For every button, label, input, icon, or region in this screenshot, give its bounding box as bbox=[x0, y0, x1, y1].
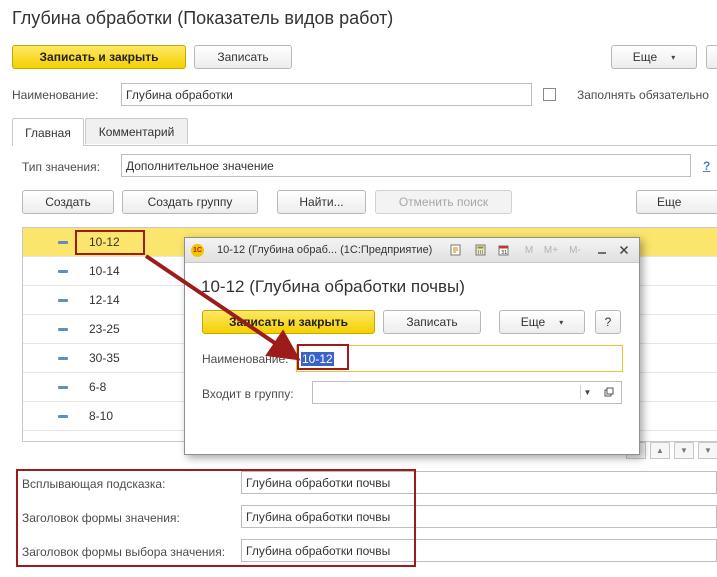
item-dash-icon bbox=[58, 415, 68, 418]
chevron-down-icon: ▾ bbox=[671, 52, 676, 62]
dialog-more-menu-button[interactable]: Еще ▾ bbox=[499, 310, 585, 334]
scroll-down-icon[interactable]: ▼ bbox=[674, 442, 694, 459]
name-label: Наименование: bbox=[12, 88, 99, 102]
dialog-heading: 10-12 (Глубина обработки почвы) bbox=[201, 277, 465, 296]
create-button[interactable]: Создать bbox=[22, 190, 114, 214]
fill-required-checkbox[interactable] bbox=[543, 88, 556, 101]
fill-required-label: Заполнять обязательно bbox=[577, 88, 709, 102]
save-and-close-button[interactable]: Записать и закрыть bbox=[12, 45, 186, 69]
svg-text:31: 31 bbox=[501, 250, 507, 256]
list-row-label: 23-25 bbox=[89, 322, 120, 336]
chevron-down-icon: ▾ bbox=[559, 317, 564, 327]
tab-comment[interactable]: Комментарий bbox=[85, 118, 188, 144]
create-group-button[interactable]: Создать группу bbox=[122, 190, 258, 214]
list-row-label: 8-10 bbox=[89, 409, 114, 423]
tab-main[interactable]: Главная bbox=[12, 118, 84, 146]
app-logo-icon: 1С bbox=[191, 244, 204, 257]
list-more-menu-button[interactable]: Еще bbox=[636, 190, 717, 214]
dialog-title: 10-12 (Глубина обраб... (1С:Предприятие) bbox=[217, 244, 433, 256]
dialog-more-menu-label: Еще bbox=[520, 315, 546, 329]
value-type-help-link[interactable]: ? bbox=[703, 159, 710, 173]
item-dialog: 1С 10-12 (Глубина обраб... (1С:Предприят… bbox=[184, 237, 640, 455]
tab-divider bbox=[12, 145, 717, 146]
dialog-save-button[interactable]: Записать bbox=[383, 310, 481, 334]
group-open-icon[interactable] bbox=[602, 385, 616, 399]
dialog-name-label: Наименование: bbox=[202, 352, 289, 366]
list-row-label: 10-14 bbox=[89, 264, 120, 278]
name-input[interactable]: Глубина обработки bbox=[121, 83, 532, 106]
bottom-fields-highlight bbox=[16, 469, 416, 567]
dialog-help-button[interactable]: ? bbox=[595, 310, 621, 334]
minimize-icon[interactable] bbox=[595, 243, 609, 257]
close-icon[interactable] bbox=[617, 243, 631, 257]
cancel-search-button[interactable]: Отменить поиск bbox=[375, 190, 512, 214]
tab-comment-label: Комментарий bbox=[98, 124, 175, 139]
bookmark-icon[interactable] bbox=[448, 243, 462, 257]
scroll-up-icon[interactable]: ▲ bbox=[650, 442, 670, 459]
value-type-label: Тип значения: bbox=[22, 160, 100, 174]
value-type-input[interactable]: Дополнительное значение bbox=[121, 154, 691, 177]
dialog-group-label: Входит в группу: bbox=[202, 387, 294, 401]
page-title: Глубина обработки (Показатель видов рабо… bbox=[12, 8, 394, 28]
item-dash-icon bbox=[58, 357, 68, 360]
item-dash-icon bbox=[58, 386, 68, 389]
list-row-label: 30-35 bbox=[89, 351, 120, 365]
dialog-name-highlight bbox=[297, 344, 349, 370]
list-row-label: 6-8 bbox=[89, 380, 107, 394]
dialog-save-and-close-button[interactable]: Записать и закрыть bbox=[202, 310, 375, 334]
find-button[interactable]: Найти... bbox=[277, 190, 366, 214]
group-dropdown-chevron-icon[interactable]: ▼ bbox=[580, 385, 594, 399]
save-button[interactable]: Записать bbox=[194, 45, 292, 69]
memory-button-m-minus[interactable]: M- bbox=[565, 243, 585, 257]
dialog-group-input[interactable] bbox=[312, 381, 622, 404]
calendar-icon[interactable]: 31 bbox=[496, 243, 510, 257]
more-menu-label: Еще bbox=[632, 50, 658, 64]
help-button[interactable] bbox=[706, 45, 717, 69]
list-row-label: 12-14 bbox=[89, 293, 120, 307]
scroll-last-icon[interactable]: ▼ bbox=[698, 442, 717, 459]
more-menu-button[interactable]: Еще ▾ bbox=[611, 45, 697, 69]
calculator-icon[interactable] bbox=[473, 243, 487, 257]
tab-main-label: Главная bbox=[25, 125, 71, 140]
memory-button-m-plus[interactable]: M+ bbox=[541, 243, 561, 257]
item-dash-icon bbox=[58, 241, 68, 244]
dialog-titlebar[interactable]: 1С 10-12 (Глубина обраб... (1С:Предприят… bbox=[185, 238, 639, 263]
item-dash-icon bbox=[58, 270, 68, 273]
item-dash-icon bbox=[58, 299, 68, 302]
item-dash-icon bbox=[58, 328, 68, 331]
memory-button-m[interactable]: M bbox=[522, 243, 536, 257]
selected-row-highlight bbox=[75, 230, 145, 255]
